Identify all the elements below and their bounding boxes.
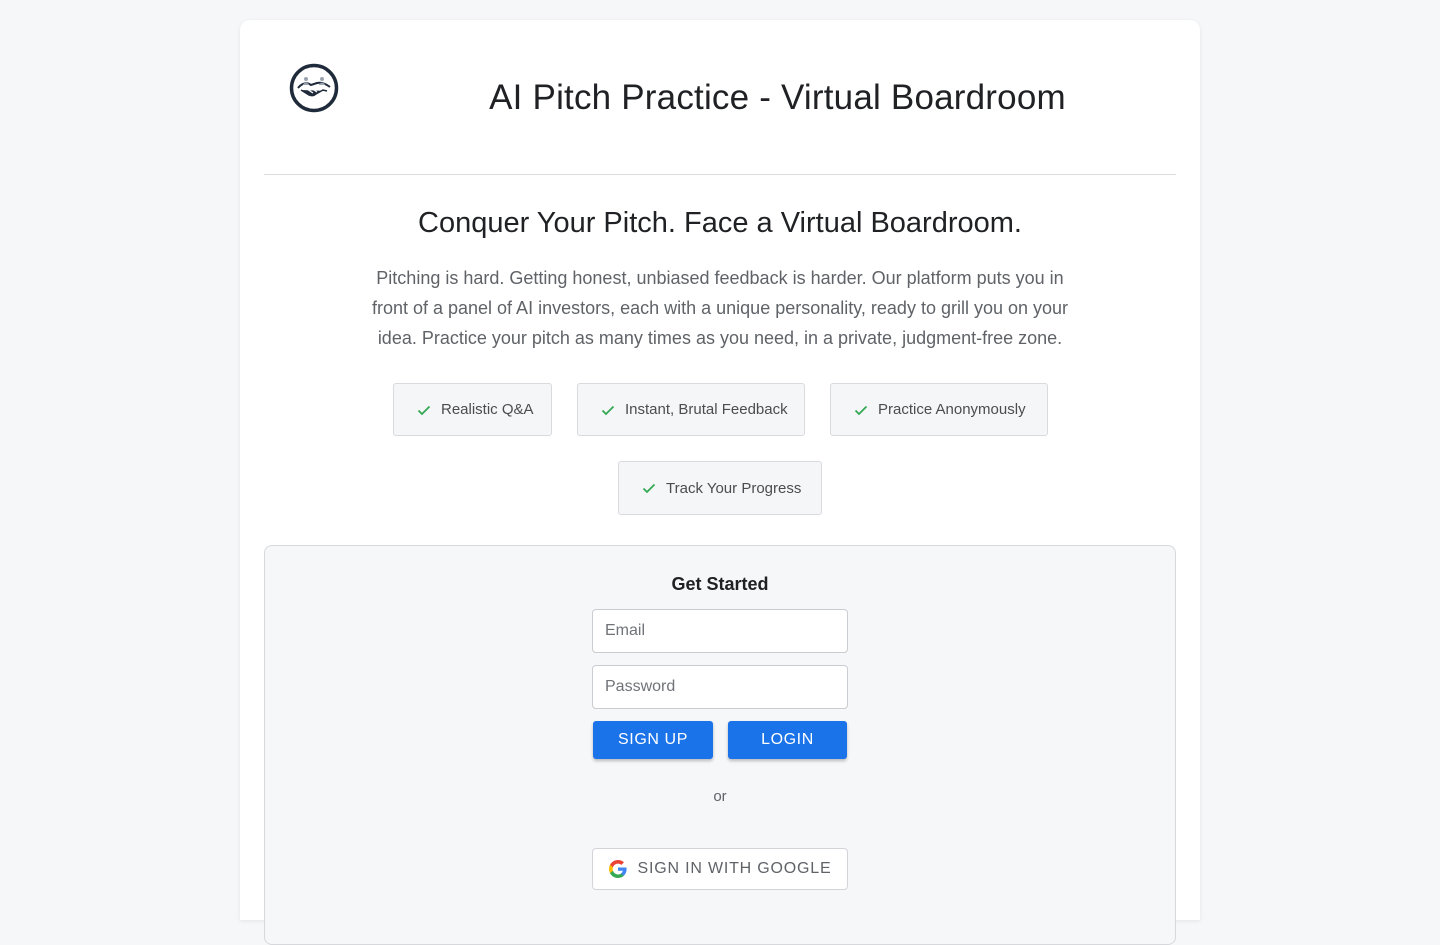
- feature-label: Track Your Progress: [666, 479, 802, 497]
- get-started-title: Get Started: [671, 574, 769, 594]
- page-header: AI Pitch Practice - Virtual Boardroom: [264, 20, 1176, 175]
- check-icon: [601, 405, 615, 415]
- feature-label: Practice Anonymously: [878, 401, 1026, 418]
- feature-chip-instant-feedback: Instant, Brutal Feedback: [577, 383, 805, 436]
- feature-chip-realistic-qa: Realistic Q&A: [393, 383, 552, 436]
- check-icon: [854, 405, 868, 415]
- get-started-panel: Get Started SIGN UP LOGIN or SIGN IN WIT…: [264, 545, 1176, 945]
- google-sign-in-label: SIGN IN WITH GOOGLE: [637, 860, 832, 877]
- hero-title: Conquer Your Pitch. Face a Virtual Board…: [418, 207, 1022, 239]
- feature-chip-track-progress: Track Your Progress: [618, 461, 822, 515]
- password-field[interactable]: [592, 665, 848, 709]
- login-button[interactable]: LOGIN: [728, 721, 847, 759]
- main-card: AI Pitch Practice - Virtual Boardroom Co…: [240, 20, 1200, 945]
- app-title: AI Pitch Practice - Virtual Boardroom: [489, 78, 1066, 117]
- feature-label: Instant, Brutal Feedback: [625, 401, 788, 418]
- google-icon: [608, 860, 627, 878]
- feature-chip-practice-anonymously: Practice Anonymously: [830, 383, 1048, 436]
- sign-up-button[interactable]: SIGN UP: [593, 721, 713, 759]
- google-sign-in-button[interactable]: SIGN IN WITH GOOGLE: [592, 848, 848, 890]
- check-icon: [417, 405, 431, 415]
- hero-description: Pitching is hard. Getting honest, unbias…: [371, 268, 1069, 348]
- feature-label: Realistic Q&A: [441, 401, 534, 418]
- or-divider: or: [713, 788, 727, 805]
- check-icon: [642, 483, 656, 494]
- email-field[interactable]: [592, 609, 848, 653]
